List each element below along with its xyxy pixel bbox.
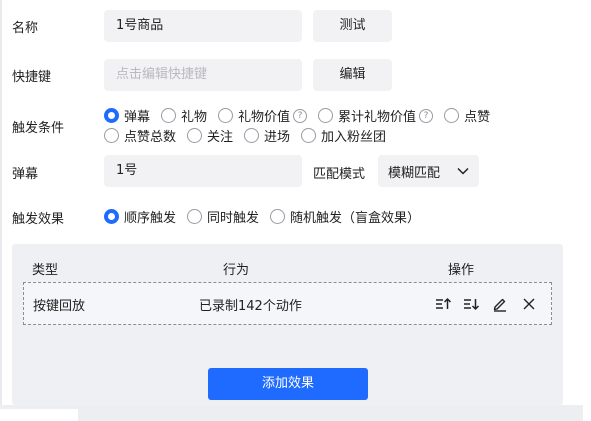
condition-option-label: 弹幕: [124, 110, 151, 125]
radio-checked-icon[interactable]: [104, 108, 119, 123]
name-label: 名称: [12, 21, 39, 36]
bottom-scroll-area: [0, 405, 583, 421]
effect-option-label: 同时触发: [207, 211, 260, 226]
effect-option-label: 随机触发（盲盒效果）: [290, 211, 421, 226]
radio-unchecked-icon[interactable]: [444, 108, 460, 123]
condition-option-label: 累计礼物价值: [338, 110, 417, 125]
effect-option-label: 顺序触发: [124, 211, 177, 226]
move-up-icon[interactable]: [434, 295, 452, 313]
help-icon[interactable]: ?: [293, 108, 308, 123]
condition-option-label: 点赞总数: [124, 130, 177, 145]
column-header-operations: 操作: [448, 263, 475, 278]
danmaku-label: 弹幕: [12, 167, 39, 182]
trigger-condition-row2: 点赞总数 关注 进场 加入粉丝团: [104, 126, 397, 145]
trigger-condition-row1: 弹幕 礼物 礼物价值 ? 累计礼物价值 ? 点赞: [104, 106, 501, 125]
radio-unchecked-icon[interactable]: [301, 128, 317, 143]
radio-unchecked-icon[interactable]: [244, 128, 260, 143]
radio-checked-icon[interactable]: [104, 209, 119, 224]
hotkey-label: 快捷键: [12, 70, 52, 85]
trigger-effect-label: 触发效果: [12, 212, 65, 227]
condition-option-follow[interactable]: 关注: [187, 126, 233, 145]
condition-option-label: 加入粉丝团: [321, 130, 387, 145]
delete-icon[interactable]: [520, 295, 538, 313]
help-icon[interactable]: ?: [419, 108, 434, 123]
condition-option-cumulative-gift-value[interactable]: 累计礼物价值 ?: [318, 106, 434, 125]
chevron-down-icon: [457, 167, 469, 175]
condition-option-total-likes[interactable]: 点赞总数: [104, 126, 176, 145]
radio-unchecked-icon[interactable]: [270, 209, 286, 224]
condition-option-label: 进场: [264, 130, 291, 145]
trigger-condition-label: 触发条件: [12, 121, 65, 136]
danmaku-input[interactable]: 1号: [104, 155, 302, 187]
condition-option-join-fan-club[interactable]: 加入粉丝团: [301, 126, 386, 145]
match-mode-select[interactable]: 模糊匹配: [378, 155, 479, 187]
condition-option-gift[interactable]: 礼物: [161, 106, 207, 125]
radio-unchecked-icon[interactable]: [161, 108, 177, 123]
effect-option-sequential[interactable]: 顺序触发: [104, 207, 176, 226]
condition-option-label: 关注: [207, 130, 234, 145]
radio-unchecked-icon[interactable]: [318, 108, 334, 123]
condition-option-danmaku[interactable]: 弹幕: [104, 106, 150, 125]
trigger-effect-row: 顺序触发 同时触发 随机触发（盲盒效果）: [104, 207, 431, 226]
condition-option-label: 礼物: [181, 110, 208, 125]
condition-option-like[interactable]: 点赞: [444, 106, 490, 125]
name-input[interactable]: 1号商品: [104, 10, 302, 42]
effect-type-cell: 按键回放: [33, 299, 86, 314]
condition-option-enter[interactable]: 进场: [244, 126, 290, 145]
edit-icon[interactable]: [491, 295, 509, 313]
edit-hotkey-button[interactable]: 编辑: [313, 59, 392, 91]
move-down-icon[interactable]: [462, 295, 480, 313]
radio-unchecked-icon[interactable]: [218, 108, 234, 123]
condition-option-label: 点赞: [464, 110, 491, 125]
condition-option-gift-value[interactable]: 礼物价值 ?: [218, 106, 308, 125]
left-border: [0, 0, 2, 405]
bottom-tab: [0, 409, 78, 421]
effect-action-cell: 已录制142个动作: [199, 299, 302, 314]
condition-option-label: 礼物价值: [238, 110, 291, 125]
match-mode-label: 匹配模式: [313, 167, 366, 182]
add-effect-button[interactable]: 添加效果: [208, 368, 368, 400]
column-header-type: 类型: [32, 263, 59, 278]
radio-unchecked-icon[interactable]: [187, 209, 203, 224]
column-header-action: 行为: [223, 263, 250, 278]
test-button[interactable]: 测试: [313, 10, 392, 42]
table-row[interactable]: 按键回放 已录制142个动作: [23, 282, 552, 325]
effect-option-random[interactable]: 随机触发（盲盒效果）: [270, 207, 420, 226]
effect-option-simultaneous[interactable]: 同时触发: [187, 207, 259, 226]
radio-unchecked-icon[interactable]: [104, 128, 119, 143]
radio-unchecked-icon[interactable]: [187, 128, 203, 143]
hotkey-input[interactable]: 点击编辑快捷键: [104, 59, 302, 91]
match-mode-value: 模糊匹配: [388, 165, 441, 181]
